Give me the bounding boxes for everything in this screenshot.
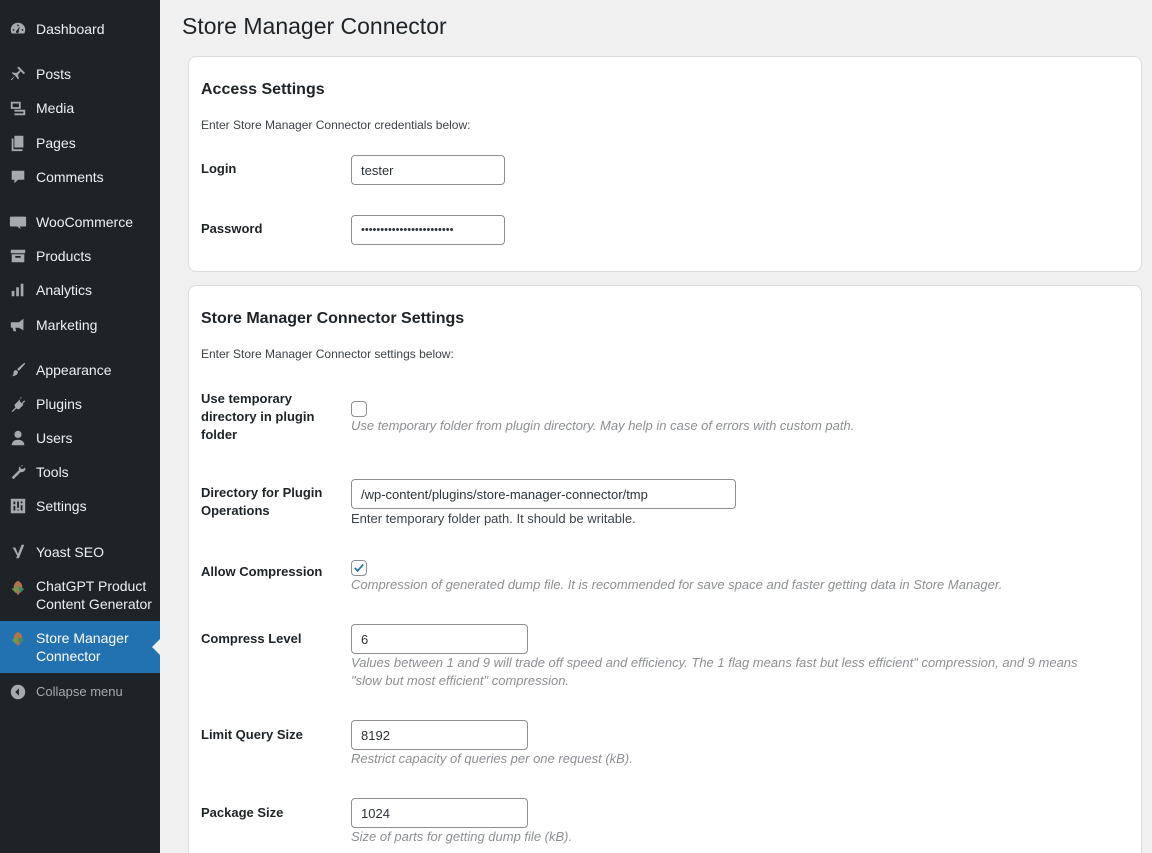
package-size-help: Size of parts for getting dump file (kB)… (351, 829, 573, 844)
pin-icon (8, 64, 28, 84)
sidebar-item-settings[interactable]: Settings (0, 493, 160, 519)
access-settings-title: Access Settings (201, 81, 325, 98)
sidebar-item-label: Settings (36, 498, 87, 514)
sidebar-item-comments[interactable]: Comments (0, 164, 160, 190)
collapse-menu-label: Collapse menu (36, 684, 123, 699)
brush-icon (8, 360, 28, 380)
pages-icon (8, 133, 28, 153)
compression-label: Allow Compression (201, 564, 323, 579)
query-size-input[interactable] (351, 720, 528, 750)
sidebar-item-label: Posts (36, 66, 72, 82)
page-title: Store Manager Connector (182, 13, 447, 39)
login-input[interactable] (351, 155, 505, 185)
sidebar-item-chatgpt-content-generator[interactable]: ChatGPT Product Content Generator (0, 576, 160, 614)
password-label: Password (201, 221, 263, 236)
connector-settings-description: Enter Store Manager Connector settings b… (201, 347, 454, 361)
sidebar-item-label: Plugins (36, 396, 82, 412)
access-settings-card: Access Settings Enter Store Manager Conn… (188, 56, 1142, 272)
media-icon (8, 98, 28, 118)
compression-help: Compression of generated dump file. It i… (351, 577, 1003, 592)
temp-dir-help: Use temporary folder from plugin directo… (351, 418, 855, 433)
sliders-icon (8, 496, 28, 516)
wrench-icon (8, 462, 28, 482)
sidebar-item-pages[interactable]: Pages (0, 130, 160, 156)
access-settings-description: Enter Store Manager Connector credential… (201, 118, 471, 132)
plugin-dir-input[interactable] (351, 479, 736, 509)
sidebar-item-label: Store Manager Connector (36, 630, 129, 664)
comment-icon (8, 167, 28, 187)
sidebar-item-dashboard[interactable]: Dashboard (0, 16, 160, 42)
compress-level-label: Compress Level (201, 631, 302, 646)
sidebar-item-analytics[interactable]: Analytics (0, 277, 160, 303)
temp-dir-label: Use temporary directory in plugin folder (201, 391, 315, 442)
package-size-label: Package Size (201, 805, 284, 820)
compress-level-help: Values between 1 and 9 will trade off sp… (351, 655, 1078, 688)
temp-dir-checkbox[interactable] (351, 401, 367, 417)
compress-level-input[interactable] (351, 624, 528, 654)
sidebar-item-woocommerce[interactable]: WooCommerce (0, 209, 160, 235)
sidebar-item-posts[interactable]: Posts (0, 61, 160, 87)
sidebar-item-products[interactable]: Products (0, 243, 160, 269)
connector-settings-card: Store Manager Connector Settings Enter S… (188, 285, 1142, 853)
sidebar-item-yoast[interactable]: Yoast SEO (0, 539, 160, 565)
woo-icon (8, 212, 28, 232)
chart-icon (8, 280, 28, 300)
compression-checkbox[interactable] (351, 560, 367, 576)
user-icon (8, 428, 28, 448)
megaphone-icon (8, 315, 28, 335)
sidebar-item-label: WooCommerce (36, 214, 133, 230)
checkmark-icon (354, 563, 364, 573)
sidebar-item-label: Users (36, 430, 73, 446)
archive-icon (8, 246, 28, 266)
dashboard-icon (8, 19, 28, 39)
package-size-input[interactable] (351, 798, 528, 828)
sidebar-item-label: ChatGPT Product Content Generator (36, 578, 152, 612)
sidebar-item-appearance[interactable]: Appearance (0, 357, 160, 383)
sidebar-item-label: Media (36, 100, 75, 116)
sidebar-item-label: Comments (36, 169, 104, 185)
plugin-dir-help: Enter temporary folder path. It should b… (351, 511, 636, 526)
active-indicator-arrow (152, 639, 160, 655)
yoast-icon (8, 542, 28, 562)
sidebar-item-label: Yoast SEO (36, 544, 104, 560)
leaf-icon (8, 629, 28, 649)
sidebar-item-tools[interactable]: Tools (0, 459, 160, 485)
plugin-dir-label: Directory for Plugin Operations (201, 485, 323, 518)
password-input[interactable] (351, 215, 505, 245)
sidebar-item-marketing[interactable]: Marketing (0, 312, 160, 338)
login-label: Login (201, 161, 237, 176)
sidebar-item-users[interactable]: Users (0, 425, 160, 451)
leaf-icon (8, 578, 28, 598)
sidebar-item-label: Products (36, 248, 92, 264)
sidebar-item-label: Pages (36, 135, 76, 151)
admin-sidebar: Dashboard Posts Media Pages Comments Woo… (0, 0, 160, 853)
query-size-label: Limit Query Size (201, 727, 303, 742)
sidebar-item-label: Analytics (36, 282, 93, 298)
sidebar-item-label: Marketing (36, 317, 98, 333)
sidebar-item-store-manager-connector[interactable]: Store Manager Connector (0, 621, 160, 673)
sidebar-item-label: Dashboard (36, 21, 105, 37)
query-size-help: Restrict capacity of queries per one req… (351, 751, 633, 766)
plugin-icon (8, 394, 28, 414)
sidebar-item-label: Appearance (36, 362, 112, 378)
sidebar-item-media[interactable]: Media (0, 95, 160, 121)
sidebar-item-label: Tools (36, 464, 69, 480)
sidebar-item-plugins[interactable]: Plugins (0, 391, 160, 417)
collapse-arrow-icon (8, 682, 28, 702)
connector-settings-title: Store Manager Connector Settings (201, 310, 465, 327)
collapse-menu-button[interactable]: Collapse menu (0, 679, 160, 705)
